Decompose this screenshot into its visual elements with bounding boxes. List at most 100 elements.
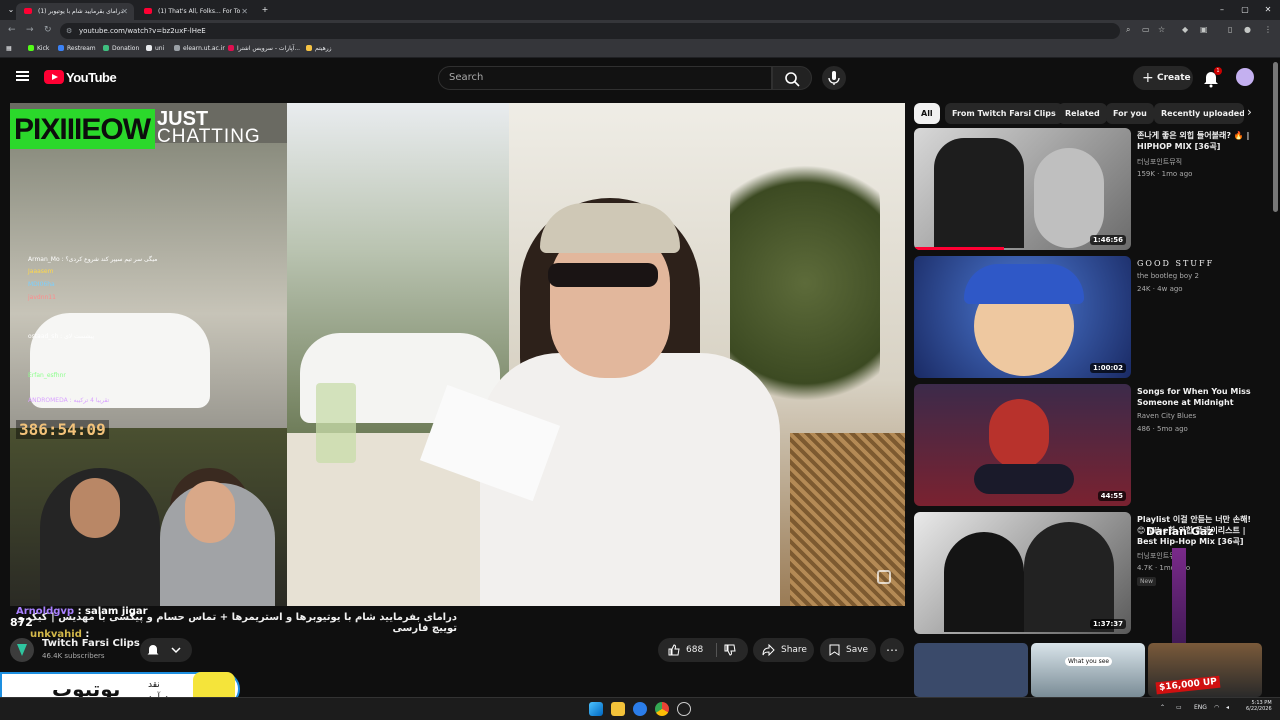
share-button[interactable]: Share [753,638,814,662]
zoom-icon[interactable]: ⌕ [1126,25,1130,35]
page-scrollbar[interactable] [1273,62,1278,212]
like-icon[interactable] [668,644,680,656]
bookmark-aparat[interactable]: آپارات - سرویس اشترا... [228,45,300,52]
bookmark-donation[interactable]: Donation [103,45,139,52]
clock[interactable]: 5:13 PM 6/22/2026 [1246,700,1272,712]
shelf-thumbnail[interactable]: $16,000 UP [1148,643,1262,697]
sidebar-thumbnail[interactable]: 44:55 [914,384,1131,506]
site-info-icon[interactable]: ⚙ [66,23,72,39]
video-duration: 44:55 [1097,491,1126,501]
sidebar-channel-name[interactable]: Raven City Blues [1137,412,1196,420]
chevron-right-icon[interactable]: › [1247,105,1252,119]
chip-recently-uploaded[interactable]: Recently uploaded [1154,103,1244,124]
maximize-icon[interactable]: ▢ [1234,0,1256,20]
volume-icon[interactable]: ◂ [1226,704,1229,711]
address-bar: ← → ↻ ⚙ youtube.com/watch?v=bz2uxF-lHeE … [0,20,1280,42]
tray-chevron-icon[interactable]: ⌃ [1160,704,1165,711]
shelf-thumbnail[interactable] [914,643,1028,697]
browser-tab-active[interactable]: (1) درامای بقرمایید شام با یوتیوبر ✕ [16,3,134,20]
hamburger-menu-icon[interactable] [16,71,29,81]
profile-icon[interactable]: ● [1244,25,1251,34]
browser-tab-bar: (1) درامای بقرمایید شام با یوتیوبر ✕ (1)… [0,0,1280,20]
youtube-wordmark[interactable]: YouTube [66,70,117,85]
chip-all[interactable]: All [914,103,940,124]
chrome-icon[interactable] [655,702,669,716]
menu-icon[interactable]: ⋮ [1264,25,1272,34]
chat-line: ANDROMEDA : تقریبا 4 ترکیبه [28,397,110,404]
bookmark-kick[interactable]: Kick [28,45,49,52]
search-button[interactable] [772,66,812,90]
close-tab-icon[interactable]: ✕ [121,3,128,20]
sidebar-video-title[interactable]: Songs for When You Miss Someone at Midni… [1137,386,1262,408]
dislike-icon[interactable] [724,644,736,656]
sidebar-video-title[interactable]: 존나게 좋은 외힙 들어볼래? 🔥 | HIPHOP MIX [36곡] [1137,130,1262,152]
app-icon[interactable] [677,702,691,716]
save-button[interactable]: Save [820,638,876,662]
back-icon[interactable]: ← [8,25,16,35]
restream-icon [58,45,64,51]
language-indicator[interactable]: ENG [1194,704,1207,711]
video-duration: 1:46:56 [1090,235,1126,245]
forward-icon[interactable]: → [26,25,34,35]
search-icon [785,72,800,87]
video-player[interactable]: PIXIIIEOW JUST CHATTING Arman_Mo : میگی … [10,103,905,606]
windows-taskbar: ⌃ ▭ ENG ◠ ◂ 5:13 PM 6/22/2026 [0,697,1280,720]
chip-related[interactable]: Related [1058,103,1107,124]
sidebar-thumbnail[interactable]: 1:46:56 [914,128,1131,250]
thumb-figure [1034,148,1104,248]
subscription-bell-button[interactable] [140,638,192,662]
browser-icon[interactable] [633,702,647,716]
chat-line: Arman_Mo : میگی سر تیم سیپر کند شروع کرد… [28,256,158,263]
sidebar-thumbnail[interactable]: 1:00:02 [914,256,1131,378]
windows-start-icon[interactable] [589,702,603,716]
sidebar-channel-name[interactable]: 터닝포인트뮤직 [1137,157,1182,167]
url-input[interactable]: ⚙ youtube.com/watch?v=bz2uxF-lHeE [60,23,1120,39]
close-window-icon[interactable]: ✕ [1257,0,1279,20]
youtube-logo-icon[interactable] [44,70,64,84]
sidebar-channel-name[interactable]: the bootleg boy 2 [1137,272,1199,280]
apps-icon[interactable]: ▦ [6,45,12,52]
account-avatar[interactable] [1236,68,1254,86]
channel-avatar[interactable] [10,638,34,662]
bookmark-star-icon[interactable]: ☆ [1158,25,1165,34]
thumb-figure [944,532,1024,632]
channel-watermark-icon[interactable] [877,570,891,584]
file-explorer-icon[interactable] [611,702,625,716]
more-icon: ⋯ [886,643,898,657]
new-tab-icon[interactable]: + [254,0,276,20]
bookmark-uni[interactable]: uni [146,45,164,52]
extension-icon[interactable]: ◆ [1182,25,1188,34]
like-count[interactable]: 688 [686,638,703,662]
chip-from-channel[interactable]: From Twitch Farsi Clips [945,103,1063,124]
reload-icon[interactable]: ↻ [44,25,52,35]
sidebar-video-title[interactable]: GOOD STUFF [1137,258,1262,269]
voice-search-button[interactable] [822,66,846,90]
sidebar-video-meta: 24K · 4w ago [1137,285,1183,293]
create-button[interactable]: + Create [1133,66,1193,90]
browser-tab[interactable]: (1) That's All, Folks... For To ✕ [136,3,254,20]
chip-for-you[interactable]: For you [1106,103,1154,124]
search-input[interactable]: Search [438,66,772,90]
extensions-puzzle-icon[interactable]: ▣ [1200,25,1208,34]
thumb-figure [1024,522,1114,632]
sidebar-icon[interactable]: ▯ [1228,25,1232,34]
share-icon [762,644,775,656]
tray-app-icon[interactable]: ▭ [1176,704,1182,711]
more-actions-button[interactable]: ⋯ [880,638,904,662]
shelf-thumbnail[interactable]: What you see [1031,643,1145,697]
minimize-icon[interactable]: – [1211,0,1233,20]
bookmark-restream[interactable]: Restream [58,45,96,52]
bookmark-zarhitem[interactable]: زرهیتم [306,45,332,52]
close-tab-icon[interactable]: ✕ [241,3,248,20]
pixiiieow-logo: PIXIIIEOW [10,109,155,149]
tab-search-icon[interactable]: ⌄ [0,0,22,20]
thumb-price: $16,000 UP [1155,675,1221,695]
chat-line: ostaad_sh : پیشست لای [28,333,95,340]
bell-chevron-icon [147,645,181,655]
cast-icon[interactable]: ▭ [1142,25,1150,34]
channel-name[interactable]: Twitch Farsi Clips [42,638,140,649]
wifi-icon[interactable]: ◠ [1214,704,1219,711]
bookmark-elearn[interactable]: elearn.ut.ac.ir [174,45,225,52]
sidebar-thumbnail[interactable]: 1:37:37 [914,512,1131,634]
thumb-figure-hair [989,399,1049,469]
